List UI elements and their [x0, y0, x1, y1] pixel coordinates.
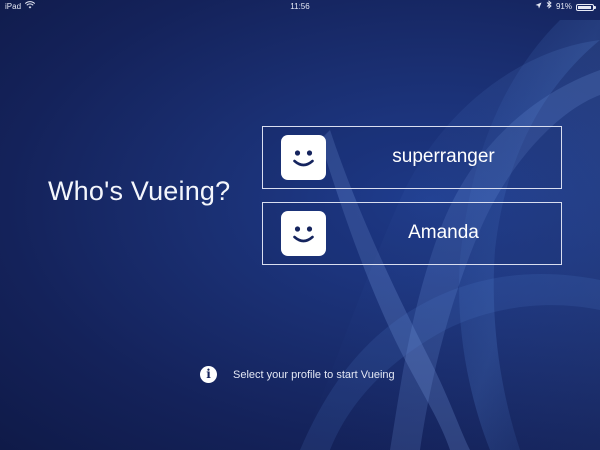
- battery-level-fill: [578, 5, 591, 9]
- hint-text: Select your profile to start Vueing: [233, 368, 395, 381]
- location-arrow-icon: [535, 0, 542, 14]
- profile-name: Amanda: [408, 222, 479, 243]
- info-icon: i: [200, 366, 217, 383]
- profile-select-screen: iPad 11:56 91% Who's Vueing? superranger…: [0, 0, 600, 450]
- battery-percent: 91%: [555, 2, 572, 11]
- profile-name: superranger: [392, 146, 495, 167]
- status-bar: iPad 11:56 91%: [0, 0, 600, 14]
- profile-button-amanda[interactable]: Amanda: [262, 202, 562, 265]
- page-title: Who's Vueing?: [48, 176, 231, 206]
- smiley-face-icon: [281, 211, 326, 256]
- bluetooth-icon: [546, 0, 552, 14]
- battery-icon: [576, 3, 596, 11]
- profile-button-superranger[interactable]: superranger: [262, 126, 562, 189]
- hint-message: i Select your profile to start Vueing: [200, 366, 395, 383]
- status-time: 11:56: [290, 2, 310, 11]
- smiley-face-icon: [281, 135, 326, 180]
